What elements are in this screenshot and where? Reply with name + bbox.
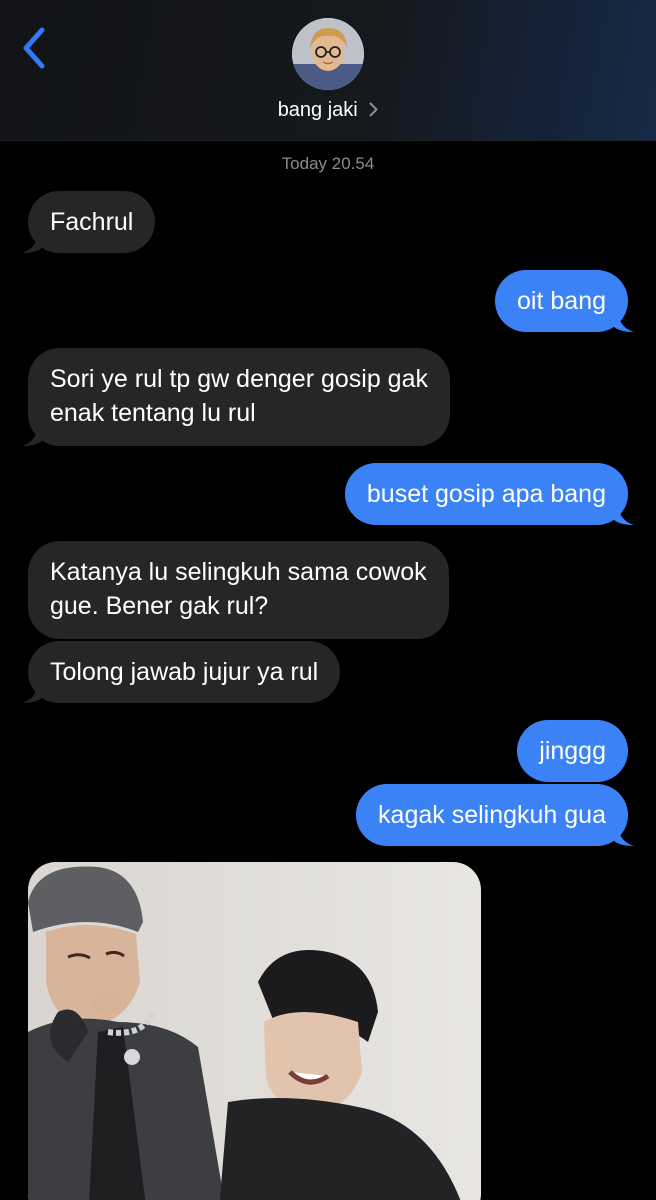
outgoing-message-bubble[interactable]: buset gosip apa bang — [344, 463, 628, 525]
chevron-right-icon — [369, 102, 378, 117]
thread-timestamp: Today 20.54 — [281, 154, 375, 173]
outgoing-message-bubble[interactable]: oit bang — [495, 270, 628, 332]
message-text: jinggg — [539, 737, 606, 765]
photo-attachment[interactable] — [28, 862, 481, 1200]
outgoing-message-bubble[interactable]: kagak selingkuh gua — [356, 784, 628, 846]
bubble-tail — [612, 504, 634, 525]
bubble-tail — [22, 682, 44, 703]
message-text: kagak selingkuh gua — [378, 801, 606, 829]
message-text-line: Sori ye rul tp gw denger gosip gak — [50, 365, 428, 393]
bubble-tail — [612, 825, 634, 846]
contact-name: bang jaki — [277, 99, 358, 121]
incoming-message-bubble[interactable]: Sori ye rul tp gw denger gosip gak enak … — [28, 348, 450, 446]
chevron-left-icon — [23, 27, 45, 69]
message-text-line: enak tentang lu rul — [50, 399, 256, 427]
contact-name-link[interactable]: bang jaki — [0, 96, 656, 124]
incoming-message-bubble[interactable]: Tolong jawab jujur ya rul — [28, 641, 341, 703]
back-button[interactable] — [14, 22, 58, 74]
bubble-tail — [612, 311, 634, 332]
conversation-header: bang jaki — [0, 0, 656, 141]
message-text-line: Katanya lu selingkuh sama cowok — [50, 558, 427, 586]
incoming-message-bubble[interactable]: Fachrul — [28, 191, 156, 253]
message-text: oit bang — [517, 287, 606, 315]
message-text: buset gosip apa bang — [366, 480, 606, 508]
photo-image — [28, 862, 481, 1200]
messages-screen: bang jaki Today 20.54 Fachrul oit bang S… — [0, 0, 656, 1200]
message-text: Tolong jawab jujur ya rul — [50, 658, 319, 686]
message-text: Fachrul — [50, 208, 134, 236]
message-text-line: gue. Bener gak rul? — [50, 592, 269, 620]
contact-avatar[interactable] — [292, 18, 364, 90]
bubble-tail — [22, 425, 44, 446]
bubble-tail — [22, 232, 44, 253]
avatar-image — [292, 18, 364, 90]
incoming-message-bubble[interactable]: Katanya lu selingkuh sama cowok gue. Ben… — [28, 541, 449, 639]
outgoing-message-bubble[interactable]: jinggg — [517, 720, 628, 782]
